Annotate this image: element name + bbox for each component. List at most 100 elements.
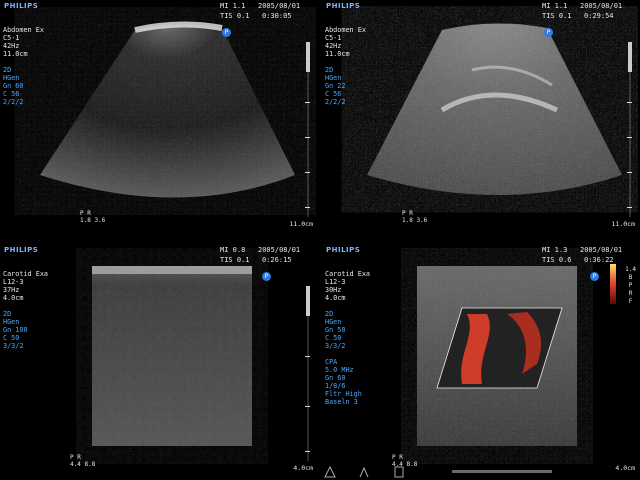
progress-bar <box>452 470 552 473</box>
depth-scale <box>305 286 310 461</box>
bottom-status-bar <box>322 464 638 480</box>
exam-info: Abdomen Ex C5-1 42Hz 11.0cm <box>3 26 44 58</box>
brand-label: PHILIPS <box>4 246 39 254</box>
time-label: 0:36:22 <box>584 256 614 264</box>
exam-line-4: 4.0cm <box>325 294 346 302</box>
param-line: 2/2/2 <box>3 98 24 106</box>
param-line: 2D <box>3 66 12 74</box>
exam-line-3: 42Hz <box>3 42 20 50</box>
exam-info: Carotid Exa L12-3 37Hz 4.0cm <box>3 270 48 302</box>
exam-info: Carotid Exa L12-3 30Hz 4.0cm <box>325 270 370 302</box>
ultrasound-panel-4: PHILIPS MI 1.3 TIS 0.6 2005/08/01 0:36:2… <box>322 244 638 480</box>
imaging-params: 2D HGen Gn 22 C 56 2/2/2 <box>325 66 345 106</box>
sector-scan-image <box>367 23 622 195</box>
exam-line-4: 11.0cm <box>3 50 28 58</box>
exam-line-3: 37Hz <box>3 286 20 294</box>
param-line: HGen <box>325 318 342 326</box>
time-label: 0:26:15 <box>262 256 292 264</box>
probe-p: P <box>392 454 396 461</box>
file-icon <box>394 466 404 478</box>
param-line: 2/2/2 <box>325 98 346 106</box>
param-line: Gn 22 <box>325 82 346 90</box>
date-label: 2005/08/01 <box>258 246 301 254</box>
param-line: 3/3/2 <box>325 342 346 350</box>
param-line: C 50 <box>3 334 20 342</box>
probe-info: P R 4.4 8.8 <box>70 454 95 468</box>
imaging-params: 2D HGen Gn 50 C 50 3/3/2 CPA 5.0 MHz Gn … <box>325 310 362 406</box>
color-scale-label: B <box>628 274 633 281</box>
param-line: Baseln 3 <box>325 398 358 406</box>
tis-readout: TIS 0.1 <box>542 12 572 20</box>
param-line: 2D <box>325 310 334 318</box>
param-line: C 56 <box>3 90 20 98</box>
param-line: Gn 100 <box>3 326 28 334</box>
date-label: 2005/08/01 <box>580 246 623 254</box>
exam-line-1: Carotid Exa <box>3 270 49 278</box>
exam-line-4: 11.0cm <box>325 50 350 58</box>
ultrasound-panel-1: PHILIPS MI 1.1 TIS 0.1 2005/08/01 0:30:0… <box>0 0 316 236</box>
exam-line-1: Abdomen Ex <box>3 26 44 34</box>
depth-scale <box>627 42 632 217</box>
mi-readout: MI 1.3 <box>542 246 568 254</box>
mi-readout: MI 1.1 <box>220 2 246 10</box>
imaging-params: 2D HGen Gn 100 C 50 3/3/2 <box>3 310 28 350</box>
param-line: 3/3/2 <box>3 342 24 350</box>
param-line: 1/8/6 <box>325 382 346 390</box>
tis-readout: TIS 0.1 <box>220 256 250 264</box>
probe-orientation-icon: P <box>544 28 553 37</box>
param-line: HGen <box>3 318 20 326</box>
param-line: Gn 60 <box>3 82 24 90</box>
brand-label: PHILIPS <box>326 2 361 10</box>
sector-scan-image <box>40 21 295 198</box>
color-scale-label: R <box>628 290 633 297</box>
color-scale-max: 1.4 <box>625 266 636 273</box>
depth-label: 11.0cm <box>289 220 313 228</box>
probe-freq: 1.8 3.6 <box>80 217 106 224</box>
date-label: 2005/08/01 <box>580 2 623 10</box>
exam-line-3: 42Hz <box>325 42 342 50</box>
probe-r: R <box>399 454 403 461</box>
probe-info: P R 1.8 3.6 <box>402 210 427 224</box>
depth-label: 11.0cm <box>611 220 635 228</box>
time-label: 0:30:05 <box>262 12 292 20</box>
color-scale-labels: 1.4 B P R F <box>625 266 636 306</box>
exam-line-3: 30Hz <box>325 286 342 294</box>
param-line: HGen <box>325 74 342 82</box>
probe-info: P R 1.8 3.6 <box>80 210 105 224</box>
probe-r: R <box>87 210 91 217</box>
probe-orientation-icon: P <box>222 28 231 37</box>
mi-readout: MI 1.1 <box>542 2 568 10</box>
ultrasound-icon <box>359 466 369 478</box>
param-line: HGen <box>3 74 20 82</box>
color-scale-label: F <box>628 298 633 305</box>
tis-readout: TIS 0.6 <box>542 256 572 264</box>
ultrasound-panel-2: PHILIPS MI 1.1 TIS 0.1 2005/08/01 0:29:5… <box>322 0 638 236</box>
param-line: Gn 60 <box>325 374 346 382</box>
param-line: CPA <box>325 358 338 366</box>
date-label: 2005/08/01 <box>258 2 301 10</box>
probe-p: P <box>80 210 84 217</box>
param-line: Gn 50 <box>325 326 346 334</box>
probe-r: R <box>409 210 413 217</box>
brand-label: PHILIPS <box>326 246 361 254</box>
param-line: C 56 <box>325 90 342 98</box>
color-scale-label: P <box>628 282 633 289</box>
exam-line-1: Carotid Exa <box>325 270 371 278</box>
tis-readout: TIS 0.1 <box>220 12 250 20</box>
param-line: C 50 <box>325 334 342 342</box>
mi-readout: MI 0.8 <box>220 246 246 254</box>
probe-p: P <box>402 210 406 217</box>
triangle-icon <box>324 466 336 478</box>
probe-orientation-icon: P <box>590 272 599 281</box>
exam-line-2: L12-3 <box>3 278 24 286</box>
exam-line-2: C5-1 <box>325 34 342 42</box>
param-line: 5.0 MHz <box>325 366 354 374</box>
ultrasound-panel-3: PHILIPS MI 0.8 TIS 0.1 2005/08/01 0:26:1… <box>0 244 316 480</box>
time-label: 0:29:54 <box>584 12 614 20</box>
param-line: Fltr High <box>325 390 362 398</box>
param-line: 2D <box>325 66 334 74</box>
brand-label: PHILIPS <box>4 2 39 10</box>
exam-info: Abdomen Ex C5-1 42Hz 11.0cm <box>325 26 366 58</box>
color-scale-bar <box>610 264 616 304</box>
exam-line-2: L12-3 <box>325 278 346 286</box>
